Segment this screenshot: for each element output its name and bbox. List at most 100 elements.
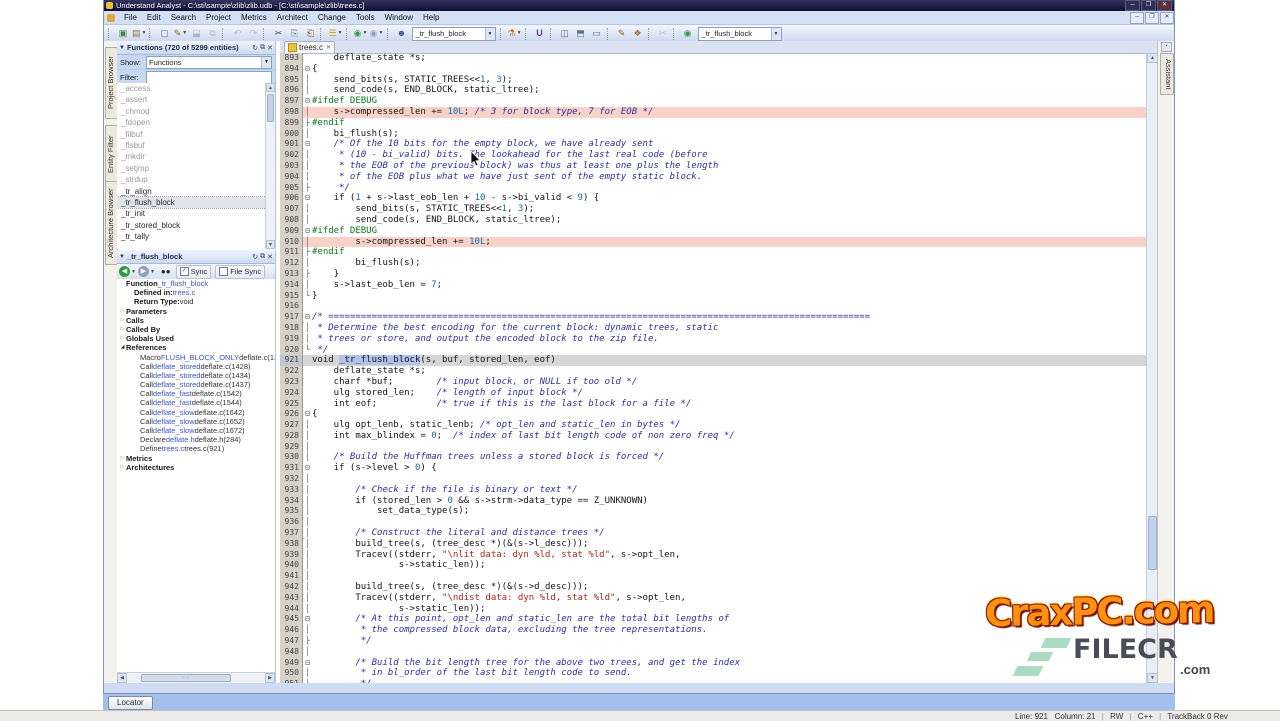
function-item[interactable]: _strdup (117, 174, 266, 185)
fold-toggle-icon[interactable]: ⊟ (303, 463, 312, 474)
tab-assistant[interactable]: Assistant (1160, 53, 1174, 95)
scrollbar-thumb[interactable] (1148, 516, 1157, 570)
info-panel-header[interactable]: ▼ _tr_flush_block ↻ ⧉ ✕ (117, 250, 275, 264)
panel-mini-icon[interactable]: ▪ (1161, 42, 1172, 52)
info-tree-row[interactable]: Macro FLUSH_BLOCK_ONLY deflate.c(1365) p… (117, 353, 275, 362)
forward-icon[interactable]: ◉▼ (369, 27, 385, 41)
menu-architect[interactable]: Architect (272, 13, 313, 22)
new-file-icon[interactable]: ▢ (156, 27, 172, 41)
menu-search[interactable]: Search (166, 13, 201, 22)
code-line[interactable]: 918│ * Determine the best encoding for t… (280, 323, 1147, 334)
maximize-button[interactable]: ❐ (1141, 0, 1156, 11)
tree-expand-icon[interactable]: ▷ (119, 316, 126, 325)
code-line[interactable]: 919│ * trees or store, and output the en… (280, 334, 1147, 345)
code-line[interactable]: 935│ set_data_type(s); (280, 506, 1147, 517)
menu-help[interactable]: Help (418, 13, 444, 22)
understand-pen-icon[interactable]: U (532, 27, 548, 41)
function-item[interactable]: _chmod (117, 106, 266, 117)
chevron-down-icon[interactable]: ▼ (131, 269, 136, 275)
fold-toggle-icon[interactable]: ⊟ (303, 139, 312, 150)
save-icon[interactable]: ⬓ (188, 27, 204, 41)
code-line[interactable]: 903│ * the EOB of the previous block) wa… (280, 161, 1147, 172)
undo-icon[interactable]: ↶ (229, 27, 245, 41)
fold-toggle-icon[interactable]: ⊟ (303, 658, 312, 669)
close-button[interactable]: ✕ (1157, 0, 1172, 11)
code-line[interactable]: 941│ (280, 571, 1147, 582)
paste-icon[interactable]: ⎗ (302, 27, 318, 41)
code-line[interactable]: 925 int eof; /* true if this is the last… (280, 399, 1147, 410)
code-line[interactable]: 896│ send_code(s, END_BLOCK, static_ltre… (280, 85, 1147, 96)
code-line[interactable]: 907│ send_bits(s, STATIC_TREES<<1, 3); (280, 204, 1147, 215)
mdi-restore-button[interactable]: ❐ (1145, 12, 1159, 24)
function-item[interactable]: _flsbuf (117, 140, 266, 151)
code-line[interactable]: 926⊟{ (280, 409, 1147, 420)
code-line[interactable]: 932│ (280, 474, 1147, 485)
function-item[interactable]: _tr_init (117, 208, 266, 219)
info-tree-row[interactable]: ▷Globals Used (117, 334, 275, 343)
fold-toggle-icon[interactable]: ⊟ (303, 96, 312, 107)
function-item[interactable]: _access (117, 83, 266, 94)
info-tree-row[interactable]: Call deflate_slow deflate.c(1642) (117, 408, 275, 417)
function-item[interactable]: _filbuf (117, 129, 266, 140)
filter-input[interactable] (146, 71, 272, 84)
info-tree-row[interactable]: ▷Metrics (117, 454, 275, 463)
close-panel-icon[interactable]: ✕ (267, 253, 273, 261)
binoculars-icon[interactable]: ●● (161, 267, 171, 276)
info-tree-row[interactable]: Call deflate_stored deflate.c(1434) (117, 371, 275, 380)
code-line[interactable]: 946│ * the compressed block data, exclud… (280, 625, 1147, 636)
mdi-minimize-button[interactable]: ─ (1130, 12, 1144, 24)
info-tree-row[interactable]: Function _tr_flush_block (117, 279, 275, 288)
tab-trees-c[interactable]: trees.c ✕ (284, 41, 335, 53)
refresh-icon[interactable]: ↻ (252, 253, 258, 261)
tree-expand-icon[interactable]: ▷ (119, 325, 126, 334)
history-back-icon[interactable]: ◀ (119, 266, 130, 277)
code-line[interactable]: 909⊟#ifdef DEBUG (280, 226, 1147, 237)
code-line[interactable]: 901⊟ /* Of the 10 bits for the empty blo… (280, 139, 1147, 150)
code-line[interactable]: 921void _tr_flush_block(s, buf, stored_l… (280, 355, 1147, 366)
info-tree-row[interactable]: Define trees.c trees.c(921) (117, 444, 275, 453)
history-forward-icon[interactable]: ▶ (138, 266, 149, 277)
editor-pencil-icon[interactable]: ✎ (614, 27, 630, 41)
code-line[interactable]: 913├ } (280, 269, 1147, 280)
code-line[interactable]: 893 deflate_state *s; (280, 53, 1147, 64)
title-bar[interactable]: Understand Analyst - C:\sti\sample\zlib\… (104, 0, 1174, 11)
cut-icon[interactable]: ✂ (270, 27, 286, 41)
tree-expand-icon[interactable]: ▷ (119, 454, 126, 463)
function-item[interactable]: _setjmp (117, 163, 266, 174)
info-tree-row[interactable]: Declare deflate.h deflate.h(284) (117, 435, 275, 444)
code-line[interactable]: 930│ /* Build the Huffman trees unless a… (280, 452, 1147, 463)
function-item[interactable]: _tr_tally (117, 231, 266, 242)
code-line[interactable]: 931⊟ if (s->level > 0) { (280, 463, 1147, 474)
code-line[interactable]: 936│ (280, 517, 1147, 528)
code-line[interactable]: 905├ */ (280, 183, 1147, 194)
layout-single-icon[interactable]: ◫ (557, 27, 573, 41)
scroll-down-icon[interactable]: ▼ (266, 240, 275, 249)
panel-menu-arrow-icon[interactable]: ▼ (119, 254, 125, 260)
tree-expand-icon[interactable]: ◢ (119, 343, 126, 352)
info-tree-row[interactable]: ◢References (117, 343, 275, 352)
redo-icon[interactable]: ↷ (245, 27, 261, 41)
code-line[interactable]: 938│ build_tree(s, (tree_desc *)(&(s->l_… (280, 539, 1147, 550)
code-line[interactable]: 899├#endif (280, 118, 1147, 129)
edit-icon[interactable]: ✎▼ (172, 27, 188, 41)
code-line[interactable]: 940│ s->static_len)); (280, 560, 1147, 571)
open-project-icon[interactable]: ▤▼ (131, 27, 147, 41)
scroll-left-icon[interactable]: ◀ (117, 673, 127, 683)
info-horizontal-scrollbar[interactable]: ◀ ⁘⁘ ▶ (117, 672, 275, 683)
float-panel-icon[interactable]: ⧉ (260, 44, 265, 52)
tree-expand-icon[interactable]: ▷ (119, 307, 126, 316)
function-item[interactable]: _tr_align (117, 186, 266, 197)
tab-close-icon[interactable]: ✕ (326, 44, 331, 51)
scrollbar-thumb[interactable]: ⁘⁘ (141, 674, 231, 682)
code-lines[interactable]: 893 deflate_state *s;894⊟{895│ send_bits… (280, 53, 1147, 683)
float-panel-icon[interactable]: ⧉ (260, 253, 265, 261)
info-tree-row[interactable]: ▷Calls (117, 316, 275, 325)
info-tree-row[interactable]: ▷Architectures (117, 463, 275, 472)
scope-dot-icon[interactable]: ◉ (680, 27, 696, 41)
code-line[interactable]: 908│ send_code(s, END_BLOCK, static_ltre… (280, 215, 1147, 226)
info-tree-row[interactable]: Call deflate_stored deflate.c(1428) (117, 362, 275, 371)
scope-combo[interactable]: _tr_flush_block▼ (698, 27, 782, 41)
function-item[interactable]: _fdopen (117, 117, 266, 128)
visited-list-icon[interactable]: ☰▼ (327, 27, 343, 41)
refresh-icon[interactable]: ↻ (252, 44, 258, 52)
